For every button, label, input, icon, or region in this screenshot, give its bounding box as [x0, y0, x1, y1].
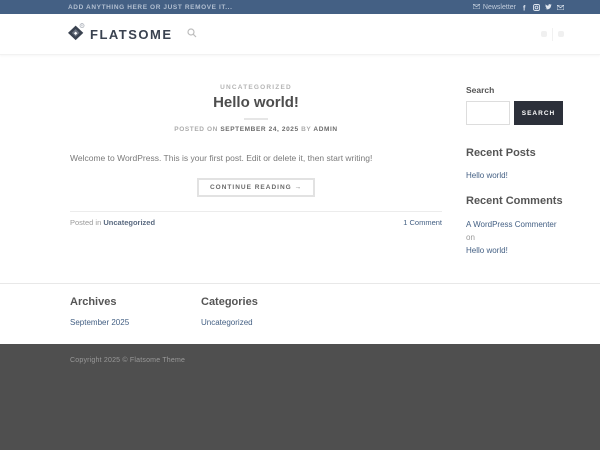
footer-widgets: Archives September 2025 Categories Uncat…	[0, 283, 600, 344]
commenter-link[interactable]: A WordPress Commenter	[466, 220, 557, 229]
post-date-link[interactable]: SEPTEMBER 24, 2025	[220, 126, 298, 133]
post-category-link[interactable]: UNCATEGORIZED	[70, 84, 442, 91]
comments-link[interactable]: 1 Comment	[403, 218, 442, 227]
newsletter-envelope-icon	[473, 4, 480, 11]
twitter-icon[interactable]	[545, 4, 552, 10]
search-icon[interactable]	[187, 25, 197, 43]
account-icon[interactable]	[541, 31, 547, 37]
sidebar: Search SEARCH Recent Posts Hello world! …	[466, 72, 563, 258]
archive-link[interactable]: September 2025	[70, 318, 201, 327]
categories-title: Categories	[201, 296, 332, 308]
posted-in-label: Posted in	[70, 218, 101, 227]
uncategorized-link[interactable]: Uncategorized	[103, 218, 155, 227]
archives-widget: Archives September 2025	[70, 296, 201, 327]
sidebar-search-button[interactable]: SEARCH	[514, 101, 563, 125]
email-icon[interactable]	[557, 5, 564, 10]
post-author-link[interactable]: ADMIN	[313, 126, 337, 133]
logo-text: FLATSOME	[90, 27, 173, 42]
header-divider	[552, 28, 553, 41]
commented-post-link[interactable]: Hello world!	[466, 244, 563, 257]
recent-comment-item: A WordPress Commenter on Hello world!	[466, 218, 563, 258]
category-footer-link[interactable]: Uncategorized	[201, 318, 332, 327]
main-content: UNCATEGORIZED Hello world! POSTED ON SEP…	[0, 55, 600, 283]
flatsome-logo-icon: R	[68, 23, 85, 46]
search-widget-title: Search	[466, 85, 563, 95]
categories-widget: Categories Uncategorized	[201, 296, 332, 327]
post-meta: POSTED ON SEPTEMBER 24, 2025 BY ADMIN	[70, 126, 442, 133]
archives-title: Archives	[70, 296, 201, 308]
cart-icon[interactable]	[558, 31, 564, 37]
newsletter-link[interactable]: Newsletter	[473, 4, 516, 11]
on-label: on	[466, 233, 475, 242]
recent-comments-title: Recent Comments	[466, 195, 563, 207]
topbar-message: ADD ANYTHING HERE OR JUST REMOVE IT...	[68, 4, 233, 11]
continue-reading-button[interactable]: CONTINUE READING →	[197, 178, 315, 197]
site-header: R FLATSOME	[0, 14, 600, 55]
absolute-footer: Copyright 2025 © Flatsome Theme	[0, 344, 600, 450]
post-title-link[interactable]: Hello world!	[70, 94, 442, 111]
facebook-icon[interactable]: f	[522, 4, 528, 11]
recent-posts-title: Recent Posts	[466, 147, 563, 159]
recent-post-link[interactable]: Hello world!	[466, 171, 563, 180]
blog-post: UNCATEGORIZED Hello world! POSTED ON SEP…	[70, 72, 442, 258]
post-footer: Posted in Uncategorized 1 Comment	[70, 211, 442, 227]
site-logo[interactable]: R FLATSOME	[68, 23, 173, 46]
title-divider	[244, 118, 268, 120]
posted-on-label: POSTED ON	[174, 126, 218, 133]
by-label: BY	[301, 126, 311, 133]
post-excerpt: Welcome to WordPress. This is your first…	[70, 153, 442, 164]
instagram-icon[interactable]	[533, 4, 540, 11]
sidebar-search-input[interactable]	[466, 101, 510, 125]
svg-text:f: f	[523, 5, 526, 11]
copyright-text: Copyright 2025 © Flatsome Theme	[70, 357, 185, 364]
svg-text:R: R	[81, 23, 83, 27]
newsletter-label: Newsletter	[483, 4, 516, 11]
top-bar: ADD ANYTHING HERE OR JUST REMOVE IT... N…	[0, 0, 600, 14]
